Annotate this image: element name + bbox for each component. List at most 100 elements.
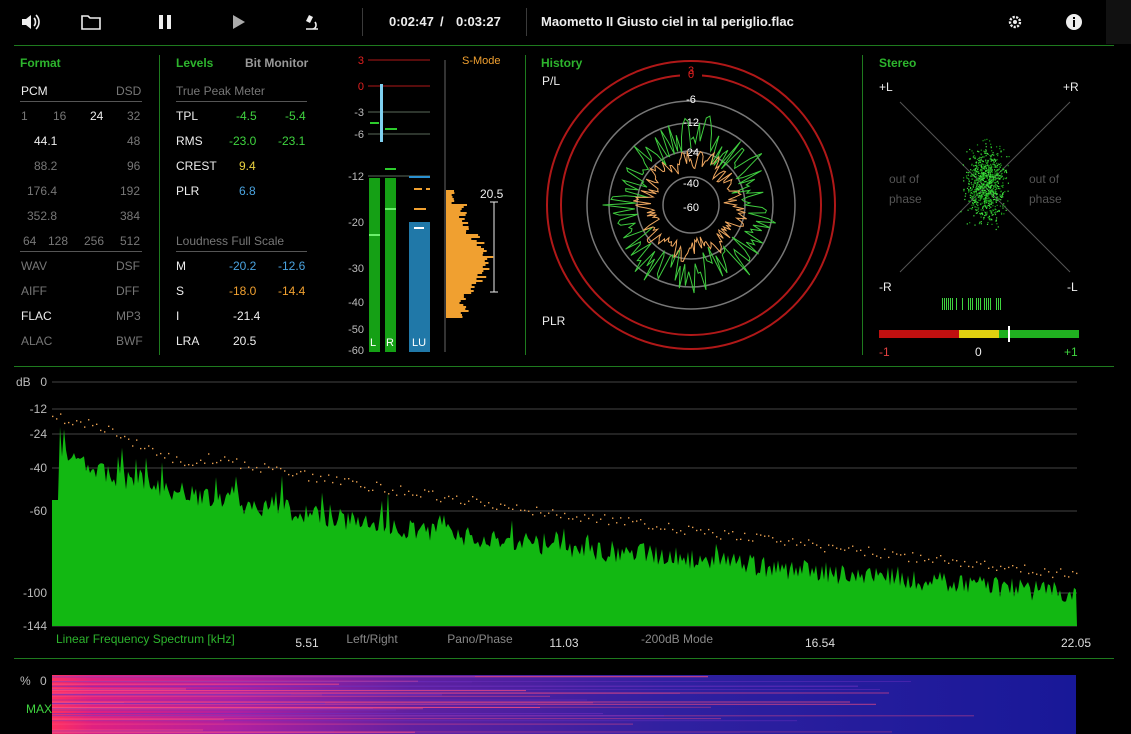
loudness-histogram-bin bbox=[446, 292, 472, 294]
rate-88-2: 88.2 bbox=[34, 159, 58, 173]
corr-min: -1 bbox=[879, 345, 890, 359]
loudness-histogram-bin bbox=[446, 210, 461, 212]
loudness-histogram-bin bbox=[446, 258, 488, 260]
container-aiff: AIFF bbox=[21, 284, 47, 298]
meter-scale-m3: -3 bbox=[354, 107, 364, 119]
spectrum-mode-left-right[interactable]: Left/Right bbox=[346, 632, 398, 646]
scrollbar[interactable] bbox=[1106, 0, 1131, 44]
loudness-histogram-bin bbox=[446, 244, 477, 246]
history-ring-m24: -24 bbox=[683, 147, 699, 159]
loudness-histogram-bin bbox=[446, 220, 463, 222]
rate-96: 96 bbox=[127, 159, 141, 173]
s-mode-label[interactable]: S-Mode bbox=[462, 55, 501, 67]
meter-scale-0: 0 bbox=[358, 81, 364, 93]
s-label: S bbox=[176, 284, 185, 298]
container-alac: ALAC bbox=[21, 334, 53, 348]
true-peak-label: True Peak Meter bbox=[176, 84, 265, 98]
loudness-histogram-bin bbox=[446, 208, 462, 210]
loudness-histogram-bin bbox=[446, 306, 467, 308]
mid-divider bbox=[14, 366, 1114, 367]
bit-monitor-tab[interactable]: Bit Monitor bbox=[245, 56, 308, 70]
goniometer-scatter bbox=[960, 138, 1010, 231]
loudness-histogram-bin bbox=[446, 280, 483, 282]
container-flac: FLAC bbox=[21, 309, 52, 323]
meter-scale-m20: -20 bbox=[348, 217, 364, 229]
correlation-neutral-zone bbox=[959, 330, 999, 338]
loudness-histogram-bin bbox=[446, 274, 478, 276]
history-ring-m6: -6 bbox=[686, 94, 696, 106]
loudness-histogram-bin bbox=[446, 294, 464, 296]
container-dff: DFF bbox=[116, 284, 140, 298]
rms-left: -23.0 bbox=[229, 134, 257, 148]
time-current: 0:02:47 bbox=[389, 14, 434, 29]
loudness-histogram-bin bbox=[446, 246, 481, 248]
loudness-histogram-bin bbox=[446, 202, 452, 204]
meter-label-lu: LU bbox=[412, 337, 426, 349]
i-value: -21.4 bbox=[233, 309, 261, 323]
history-ring-m40: -40 bbox=[683, 178, 699, 190]
format-title: Format bbox=[20, 56, 61, 70]
rate-352-8: 352.8 bbox=[27, 209, 58, 223]
correlation-needle bbox=[1008, 326, 1010, 342]
loudness-histogram-bin bbox=[446, 192, 455, 194]
balance-meter bbox=[942, 298, 1001, 310]
stereo-title: Stereo bbox=[879, 56, 917, 70]
loudness-histogram-bin bbox=[446, 272, 483, 274]
s-value-a: -18.0 bbox=[229, 284, 257, 298]
levels-title[interactable]: Levels bbox=[176, 56, 213, 70]
loudness-histogram-bin bbox=[446, 228, 469, 230]
spec-x-22-05: 22.05 bbox=[1061, 636, 1091, 650]
spectrum-mode-pano-phase[interactable]: Pano/Phase bbox=[447, 632, 513, 646]
spec-x-5-51: 5.51 bbox=[295, 636, 319, 650]
loudness-histogram-bin bbox=[446, 214, 466, 216]
meter-scale-m40: -40 bbox=[348, 297, 364, 309]
info-icon[interactable] bbox=[1060, 8, 1088, 36]
loudness-histogram-bin bbox=[446, 290, 474, 292]
spec-y-m40: -40 bbox=[30, 461, 48, 475]
loudness-histogram-bin bbox=[446, 296, 464, 298]
loudness-histogram-bin bbox=[446, 206, 464, 208]
spectrum-title: Linear Frequency Spectrum [kHz] bbox=[56, 632, 235, 646]
loudness-histogram-bin bbox=[446, 278, 477, 280]
folder-open-icon[interactable] bbox=[77, 8, 105, 36]
tpl-left: -4.5 bbox=[236, 109, 257, 123]
play-icon[interactable] bbox=[225, 8, 253, 36]
crest-value: 9.4 bbox=[239, 159, 256, 173]
s-value-b: -14.4 bbox=[278, 284, 306, 298]
bits-32: 32 bbox=[127, 109, 141, 123]
dsd-128: 128 bbox=[48, 234, 69, 248]
loudness-histogram-bin bbox=[446, 226, 469, 228]
track-title: Maometto II Giusto ciel in tal periglio.… bbox=[541, 14, 794, 29]
loudness-histogram-bin bbox=[446, 230, 467, 232]
spec-y-m100: -100 bbox=[23, 586, 47, 600]
corr-max: +1 bbox=[1064, 345, 1078, 359]
loudness-histogram-bin bbox=[446, 308, 466, 310]
loudness-histogram-bin bbox=[446, 238, 472, 240]
loudness-histogram bbox=[446, 190, 494, 318]
loudness-histogram-bin bbox=[446, 250, 487, 252]
dsd-64: 64 bbox=[23, 234, 37, 248]
plr-value: 6.8 bbox=[239, 184, 256, 198]
stereo-minus-l: -L bbox=[1067, 280, 1078, 294]
toolbar: 0:02:47 / 0:03:27 Maometto II Giusto cie… bbox=[0, 0, 1131, 44]
corr-mid: 0 bbox=[975, 345, 982, 359]
rate-176-4: 176.4 bbox=[27, 184, 58, 198]
spectrum-mode-200db[interactable]: -200dB Mode bbox=[641, 632, 713, 646]
loudness-histogram-bin bbox=[446, 300, 461, 302]
settings-gear-icon[interactable] bbox=[1001, 8, 1029, 36]
pause-icon[interactable] bbox=[151, 8, 179, 36]
volume-icon[interactable] bbox=[16, 8, 44, 36]
spec-x-11-03: 11.03 bbox=[549, 636, 578, 650]
microscope-icon[interactable] bbox=[298, 8, 326, 36]
m-value-b: -12.6 bbox=[278, 259, 306, 273]
loudness-histogram-bin bbox=[446, 190, 454, 192]
bits-16: 16 bbox=[53, 109, 67, 123]
loudness-histogram-bin bbox=[446, 194, 452, 196]
container-bwf: BWF bbox=[116, 334, 143, 348]
bits-1: 1 bbox=[21, 109, 28, 123]
loudness-histogram-bin bbox=[446, 284, 472, 286]
time-separator: / bbox=[440, 14, 444, 29]
meter-scale-m60: -60 bbox=[348, 345, 364, 357]
rms-label: RMS bbox=[176, 134, 203, 148]
loudness-histogram-bin bbox=[446, 224, 463, 226]
